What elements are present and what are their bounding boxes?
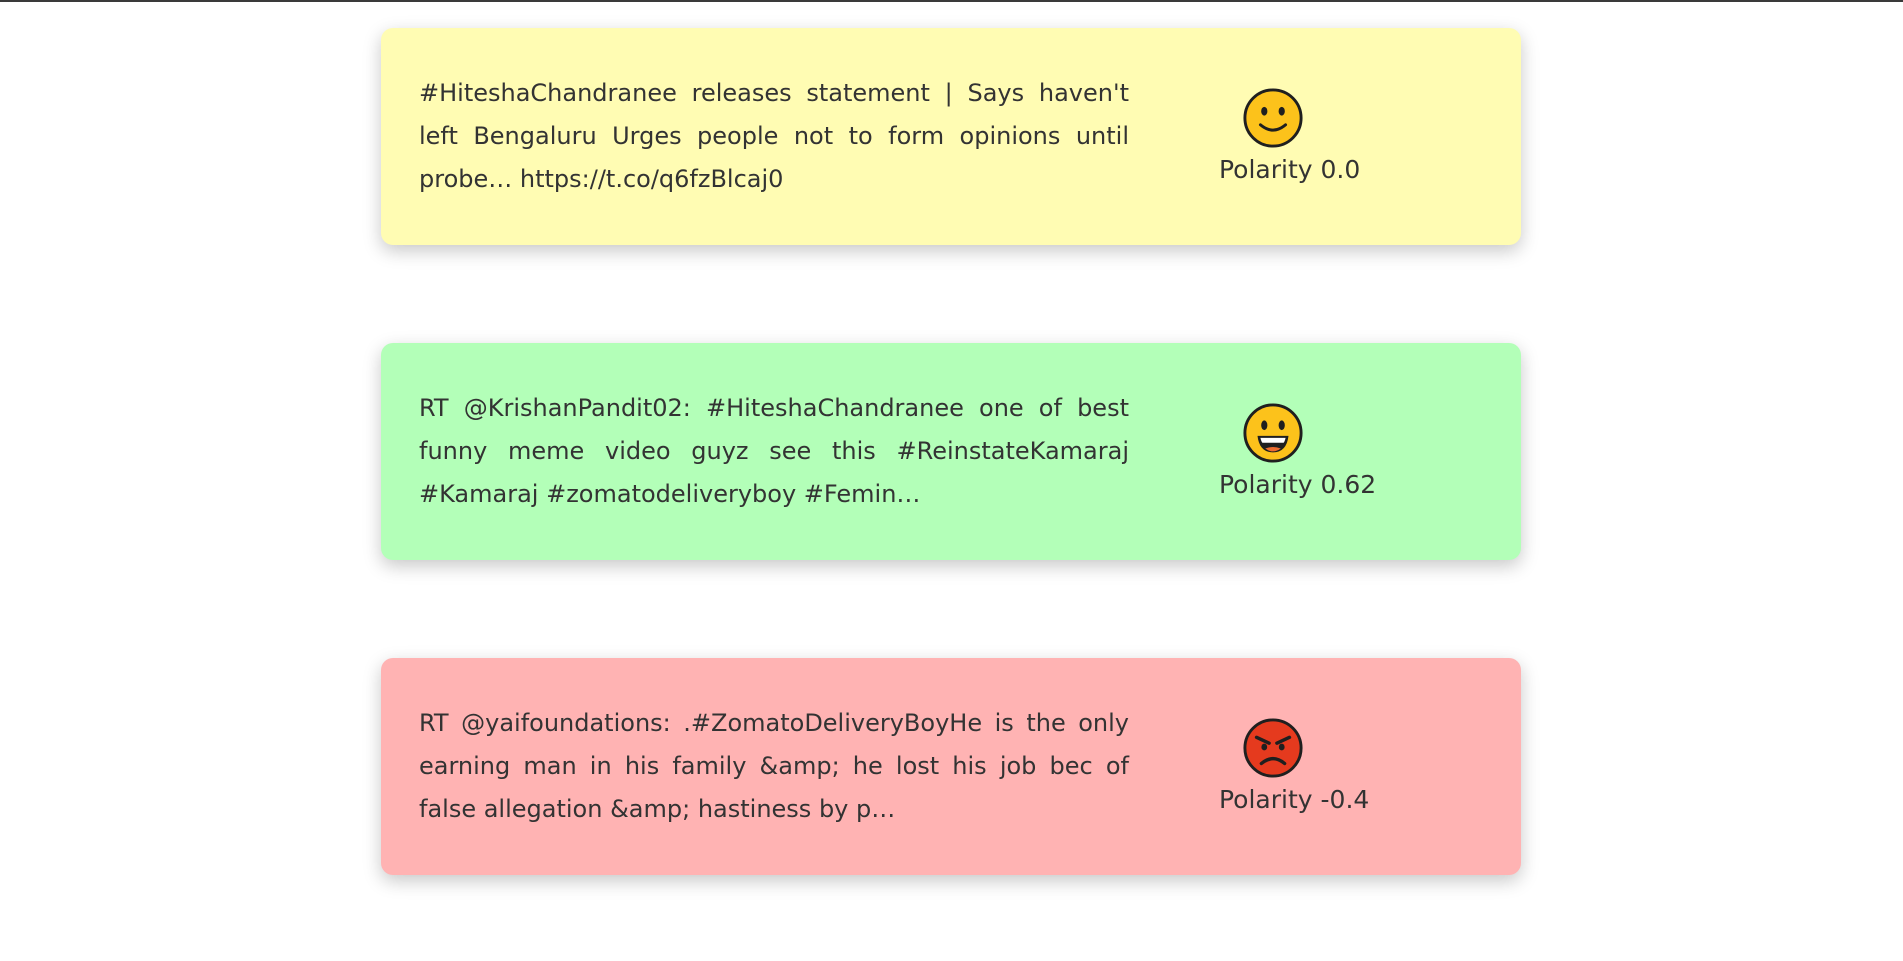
slightly-smiling-face-icon [1243, 87, 1303, 148]
polarity-score: Polarity -0.4 [1219, 784, 1370, 814]
tweet-text: RT @yaifoundations: .#ZomatoDeliveryBoyH… [419, 709, 1129, 823]
polarity-score: Polarity 0.62 [1219, 469, 1377, 499]
tweet-text: #HiteshaChandranee releases statement | … [419, 79, 1129, 193]
angry-face-icon [1243, 717, 1303, 778]
tweet-feed: #HiteshaChandranee releases statement | … [381, 28, 1521, 875]
sentiment-panel: Polarity 0.0 [1219, 87, 1360, 187]
grinning-face-icon [1243, 402, 1303, 463]
polarity-score: Polarity 0.0 [1219, 154, 1361, 184]
tweet-card: #HiteshaChandranee releases statement | … [381, 28, 1521, 245]
tweet-card: RT @KrishanPandit02: #HiteshaChandranee … [381, 343, 1521, 560]
tweet-card: RT @yaifoundations: .#ZomatoDeliveryBoyH… [381, 658, 1521, 875]
top-border [0, 0, 1903, 2]
sentiment-panel: Polarity 0.62 [1219, 402, 1376, 502]
tweet-text: RT @KrishanPandit02: #HiteshaChandranee … [419, 394, 1129, 508]
sentiment-panel: Polarity -0.4 [1219, 717, 1369, 817]
